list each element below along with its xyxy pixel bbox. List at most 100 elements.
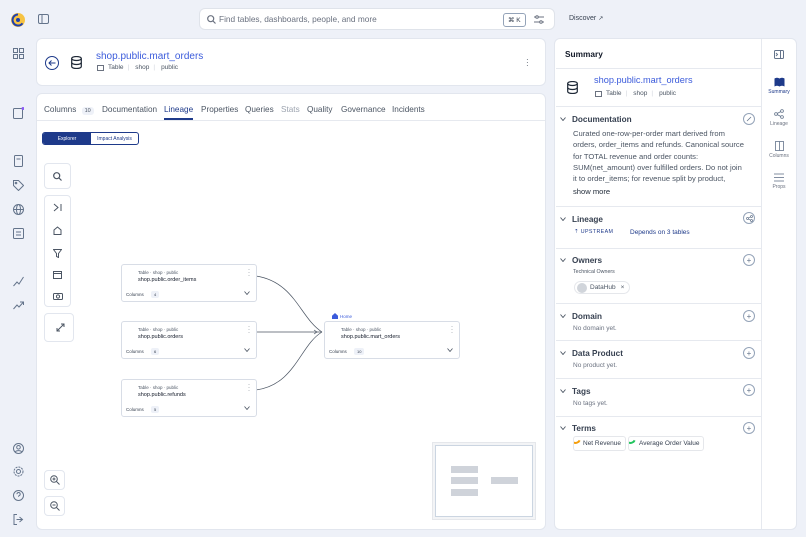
chevron-down-icon[interactable] — [244, 348, 250, 352]
rail-props-label: Props — [772, 184, 786, 190]
term-pill[interactable]: Average Order Value — [628, 436, 705, 451]
edit-icon[interactable] — [743, 113, 755, 125]
rail-props[interactable]: Props — [764, 173, 794, 190]
node-columns-count: 6 — [151, 348, 160, 355]
divider — [556, 68, 761, 69]
add-owner-icon[interactable]: + — [743, 254, 755, 266]
chevron-down-icon[interactable] — [560, 117, 566, 121]
edge-refunds — [255, 331, 323, 391]
tags-label: Tags — [572, 387, 591, 396]
zoom-in-icon[interactable] — [44, 470, 65, 490]
node-name: shop.public.refunds — [138, 392, 186, 398]
rail-columns-label: Columns — [769, 153, 789, 159]
term-pill[interactable]: Net Revenue — [573, 436, 626, 451]
close-panel-icon[interactable] — [774, 50, 784, 59]
minimap-node — [451, 477, 478, 484]
data-product-label: Data Product — [572, 349, 623, 358]
chevron-down-icon[interactable] — [560, 258, 566, 262]
owner-pill[interactable]: DataHub × — [574, 281, 631, 294]
upstream-text: UPSTREAM — [580, 229, 614, 235]
doc-line: for TOTAL revenue and order counts: — [573, 151, 699, 161]
home-badge-icon — [332, 313, 338, 319]
show-more-link[interactable]: show more — [573, 187, 610, 196]
chevron-down-icon[interactable] — [447, 348, 453, 352]
chevron-down-icon[interactable] — [244, 406, 250, 410]
lineage-node-refunds[interactable]: Table · shop · public shop.public.refund… — [121, 379, 257, 417]
node-name: shop.public.order_items — [138, 277, 197, 283]
chevron-down-icon[interactable] — [560, 351, 566, 355]
lineage-icon[interactable] — [743, 212, 755, 224]
node-columns-label: Columns — [329, 349, 347, 354]
term-label: Average Order Value — [639, 440, 700, 447]
summary-schema: public — [659, 90, 677, 97]
lineage-node-orders[interactable]: Table · shop · public shop.public.orders… — [121, 321, 257, 359]
home-badge-label: Home — [340, 313, 353, 319]
node-columns-count: 4 — [151, 291, 160, 298]
terms-label: Terms — [572, 424, 596, 433]
add-tag-icon[interactable]: + — [743, 384, 755, 396]
node-name: shop.public.mart_orders — [341, 334, 401, 340]
node-meta: Table · shop · public — [138, 327, 179, 332]
rail-columns[interactable]: Columns — [764, 141, 794, 159]
add-data-product-icon[interactable]: + — [743, 347, 755, 359]
minimap-viewport — [435, 445, 533, 517]
lineage-node-mart-orders[interactable]: Table · shop · public shop.public.mart_o… — [324, 321, 460, 359]
term-icon — [573, 437, 583, 446]
chevron-down-icon[interactable] — [560, 389, 566, 393]
tags-empty: No tags yet. — [573, 400, 608, 407]
summary-icon — [764, 77, 794, 87]
database-icon — [567, 81, 578, 94]
node-columns-count: 5 — [151, 406, 160, 413]
doc-line: it to order_items; for revenue split by … — [573, 174, 726, 184]
edge-order-items — [255, 275, 323, 333]
divider — [556, 303, 761, 304]
minimap-node — [451, 489, 478, 496]
node-menu-icon[interactable]: · · · — [248, 382, 250, 394]
domain-label: Domain — [572, 312, 603, 321]
data-product-empty: No product yet. — [573, 362, 618, 369]
chevron-down-icon[interactable] — [244, 291, 250, 295]
rail-lineage-label: Lineage — [770, 121, 788, 127]
summary-title[interactable]: shop.public.mart_orders — [594, 75, 693, 85]
divider — [556, 378, 761, 379]
divider — [556, 340, 761, 341]
chevron-down-icon[interactable] — [560, 426, 566, 430]
remove-owner-icon[interactable]: × — [621, 284, 625, 291]
minimap[interactable] — [432, 442, 536, 520]
technical-owners-label: Technical Owners — [573, 269, 615, 275]
node-columns-label: Columns — [126, 407, 144, 412]
props-icon — [764, 173, 794, 182]
term-icon — [629, 437, 638, 446]
avatar — [577, 282, 587, 293]
rail-lineage[interactable]: Lineage — [764, 109, 794, 127]
divider — [556, 416, 761, 417]
chevron-down-icon[interactable] — [560, 314, 566, 318]
lineage-node-order-items[interactable]: Table · shop · public shop.public.order_… — [121, 264, 257, 302]
chevron-down-icon[interactable] — [560, 217, 566, 221]
table-icon — [595, 90, 602, 97]
columns-icon — [764, 141, 794, 151]
term-label: Net Revenue — [583, 440, 621, 447]
home-node-badge: Home — [332, 313, 352, 319]
node-menu-icon[interactable]: · · · — [451, 324, 453, 336]
node-menu-icon[interactable]: · · · — [248, 267, 250, 279]
zoom-out-icon[interactable] — [44, 496, 65, 516]
domain-empty: No domain yet. — [573, 325, 617, 332]
add-domain-icon[interactable]: + — [743, 310, 755, 322]
node-columns-label: Columns — [126, 292, 144, 297]
minimap-node — [451, 466, 478, 473]
summary-db: shop — [633, 90, 648, 97]
rail-summary-label: Summary — [768, 89, 790, 95]
summary-type: Table — [606, 90, 622, 97]
add-term-icon[interactable]: + — [743, 422, 755, 434]
upstream-label: ⇡ UPSTREAM — [574, 229, 613, 235]
rail-summary[interactable]: Summary — [764, 77, 794, 95]
arrow-up-icon: ⇡ — [574, 229, 579, 235]
divider — [556, 106, 761, 107]
owners-label: Owners — [572, 256, 603, 265]
divider — [556, 248, 761, 249]
node-meta: Table · shop · public — [138, 270, 179, 275]
node-menu-icon[interactable]: · · · — [248, 324, 250, 336]
documentation-label: Documentation — [572, 115, 632, 124]
node-meta: Table · shop · public — [341, 327, 382, 332]
